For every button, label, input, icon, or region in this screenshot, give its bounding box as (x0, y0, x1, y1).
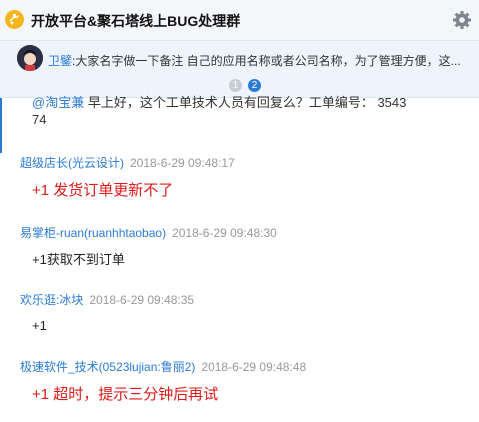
group-title: 开放平台&聚石塔线上BUG处理群 (31, 13, 241, 29)
message-time: 2018-6-29 09:48:30 (172, 226, 277, 240)
sender-name[interactable]: 超级店长(光云设计) (20, 156, 124, 170)
sender-name[interactable]: 极速软件_技术(0523lujian:鲁丽2) (20, 360, 195, 374)
message-item: 欢乐逛:冰块 2018-6-29 09:48:35 +1 (20, 291, 195, 333)
pager-dot-2[interactable]: 2 (248, 79, 261, 92)
message-time: 2018-6-29 09:48:48 (201, 360, 307, 374)
notice-sender[interactable]: 卫鐾 (48, 54, 72, 68)
mention-link[interactable]: @淘宝兼 (32, 95, 84, 110)
message-time: 2018-6-29 09:48:35 (89, 293, 195, 307)
group-icon (5, 10, 24, 29)
partial-message: @淘宝兼 早上好，这个工单技术人员有回复么？工单编号： 3543 74 (32, 94, 462, 128)
message-content: +1 (32, 318, 47, 333)
sender-name[interactable]: 易掌柜-ruan(ruanhhtaobao) (20, 226, 166, 240)
sender-name[interactable]: 欢乐逛:冰块 (20, 293, 83, 307)
pager-dot-1[interactable]: 1 (229, 79, 242, 92)
message-item: 极速软件_技术(0523lujian:鲁丽2) 2018-6-29 09:48:4… (20, 358, 307, 403)
partial-message-line1: 早上好，这个工单技术人员有回复么？工单编号： 3543 (87, 95, 407, 110)
chat-header: 开放平台&聚石塔线上BUG处理群 (0, 0, 479, 41)
message-item: 易掌柜-ruan(ruanhhtaobao) 2018-6-29 09:48:30… (20, 224, 277, 267)
message-item: 超级店长(光云设计) 2018-6-29 09:48:17 +1 发货订单更新不了 (20, 154, 235, 199)
message-time: 2018-6-29 09:48:17 (130, 156, 235, 170)
notice-body: :大家名字做一下备注 自己的应用名称或者公司名称，为了管理方便，这... (72, 54, 461, 68)
partial-message-line2: 74 (32, 112, 47, 127)
notice-pager: 12 (229, 79, 267, 93)
scroll-indicator (0, 98, 2, 153)
group-notice-banner[interactable]: 卫鐾:大家名字做一下备注 自己的应用名称或者公司名称，为了管理方便，这... 1… (0, 41, 479, 98)
message-content: +1获取不到订单 (32, 252, 125, 267)
message-content: +1 超时，提示三分钟后再试 (32, 386, 219, 403)
message-content: +1 发货订单更新不了 (32, 182, 174, 199)
avatar (17, 45, 43, 71)
notice-text: 卫鐾:大家名字做一下备注 自己的应用名称或者公司名称，为了管理方便，这... (48, 52, 468, 69)
gear-icon[interactable] (451, 9, 473, 31)
